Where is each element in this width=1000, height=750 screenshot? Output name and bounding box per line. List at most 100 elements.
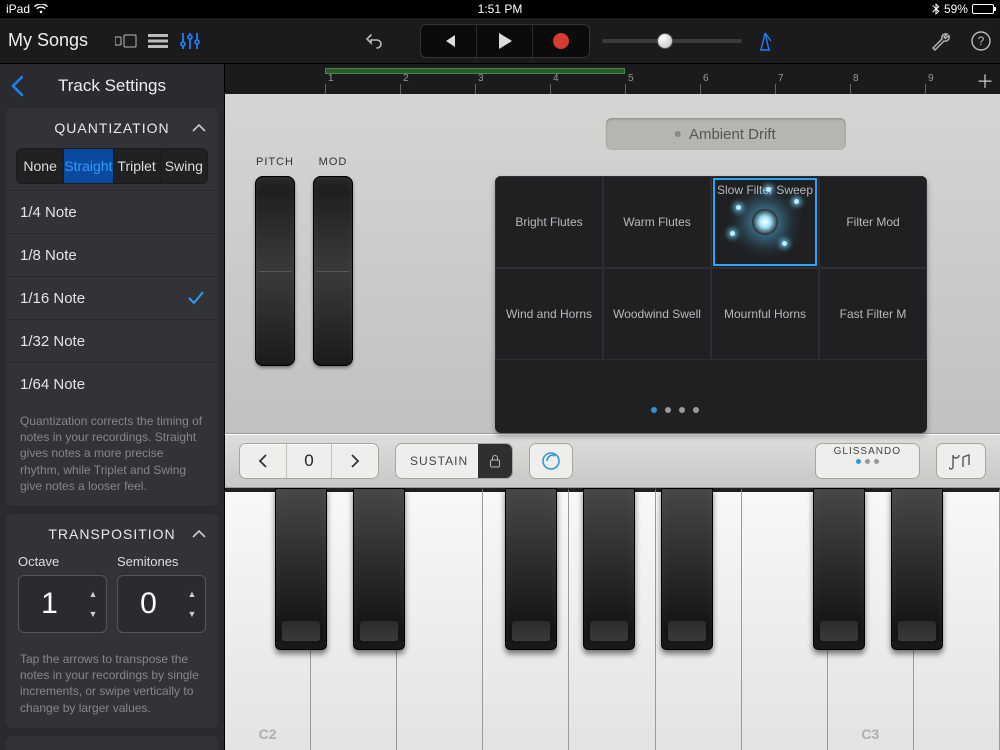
- status-bar: iPad 1:51 PM 59%: [0, 0, 1000, 18]
- keyboard-toolbar: 0 SUSTAIN GLISSANDO: [225, 434, 1000, 488]
- mod-wheel-label: MOD: [319, 156, 348, 168]
- black-key[interactable]: [353, 488, 405, 650]
- pad-mournful-horns[interactable]: Mournful Horns: [711, 268, 819, 360]
- timeline-ruler[interactable]: 1 2 3 4 5 6 7 8 9 ＋: [225, 64, 1000, 94]
- quantization-none-button[interactable]: None: [17, 149, 64, 183]
- view-tracks-button[interactable]: [142, 27, 174, 55]
- semitones-value: 0: [118, 587, 179, 621]
- undo-button[interactable]: [360, 27, 388, 55]
- black-key[interactable]: [891, 488, 943, 650]
- list-item-label: 1/8 Note: [20, 247, 77, 264]
- my-songs-button[interactable]: My Songs: [8, 30, 88, 51]
- black-key[interactable]: [583, 488, 635, 650]
- track-settings-button[interactable]: [174, 27, 206, 55]
- mod-wheel[interactable]: [313, 176, 353, 366]
- piano-keyboard[interactable]: C2 C3: [225, 488, 1000, 750]
- arrow-up-icon[interactable]: ▲: [89, 589, 98, 599]
- pad-fast-filter[interactable]: Fast Filter M: [819, 268, 927, 360]
- chevron-up-icon: [192, 123, 206, 133]
- quantization-swing-button[interactable]: Swing: [161, 149, 207, 183]
- quantization-1-64-note[interactable]: 1/64 Note: [6, 362, 218, 405]
- record-icon: [553, 33, 569, 49]
- pad-label: Wind and Horns: [506, 307, 592, 321]
- octave-up-button[interactable]: [332, 444, 378, 478]
- octave-stepper[interactable]: 1 ▲ ▼: [18, 575, 107, 633]
- track-settings-panel: Track Settings QUANTIZATION None Straigh…: [0, 64, 225, 750]
- pad-wind-and-horns[interactable]: Wind and Horns: [495, 268, 603, 360]
- pad-woodwind-swell[interactable]: Woodwind Swell: [603, 268, 711, 360]
- octave-down-button[interactable]: [240, 444, 286, 478]
- quantization-section: QUANTIZATION None Straight Triplet Swing…: [6, 108, 218, 506]
- white-key[interactable]: [397, 488, 483, 750]
- status-time: 1:51 PM: [478, 2, 523, 16]
- record-button[interactable]: [533, 25, 589, 57]
- help-button[interactable]: ?: [970, 30, 992, 52]
- arrow-down-icon[interactable]: ▼: [188, 609, 197, 619]
- autoplay-button[interactable]: [529, 443, 573, 479]
- quantization-1-32-note[interactable]: 1/32 Note: [6, 319, 218, 362]
- bar-number: 7: [775, 73, 850, 84]
- cycle-region[interactable]: [325, 68, 625, 74]
- recording-section: RECORDING: [6, 736, 218, 750]
- list-item-label: 1/16 Note: [20, 290, 85, 307]
- quantization-straight-button[interactable]: Straight: [64, 149, 113, 183]
- black-key[interactable]: [275, 488, 327, 650]
- keyboard-octave-stepper: 0: [239, 443, 379, 479]
- pad-label: Bright Flutes: [515, 215, 582, 229]
- preset-selector[interactable]: Ambient Drift: [605, 118, 845, 150]
- metronome-button[interactable]: [754, 30, 776, 52]
- battery-percent: 59%: [944, 2, 968, 16]
- black-key[interactable]: [661, 488, 713, 650]
- arrow-down-icon[interactable]: ▼: [89, 609, 98, 619]
- play-button[interactable]: [477, 25, 533, 57]
- quantization-1-8-note[interactable]: 1/8 Note: [6, 233, 218, 276]
- transposition-header[interactable]: TRANSPOSITION: [6, 514, 218, 554]
- svg-text:?: ?: [978, 34, 985, 48]
- list-item-label: 1/32 Note: [20, 333, 85, 350]
- page-dot: [693, 407, 699, 413]
- black-key[interactable]: [813, 488, 865, 650]
- view-browser-button[interactable]: [110, 27, 142, 55]
- semitones-stepper[interactable]: 0 ▲ ▼: [117, 575, 206, 633]
- arrow-up-icon[interactable]: ▲: [188, 589, 197, 599]
- octave-value: 1: [19, 587, 80, 621]
- octave-label: Octave: [18, 554, 107, 569]
- settings-wrench-button[interactable]: [930, 30, 952, 52]
- recording-header[interactable]: RECORDING: [6, 736, 218, 750]
- transposition-header-label: TRANSPOSITION: [48, 526, 175, 542]
- pad-bright-flutes[interactable]: Bright Flutes: [495, 176, 603, 268]
- sustain-button[interactable]: SUSTAIN: [395, 443, 513, 479]
- quantization-1-4-note[interactable]: 1/4 Note: [6, 190, 218, 233]
- pad-filter-mod[interactable]: Filter Mod: [819, 176, 927, 268]
- quantization-1-16-note[interactable]: 1/16 Note: [6, 276, 218, 319]
- page-indicator[interactable]: [651, 407, 699, 413]
- glissando-button[interactable]: GLISSANDO: [815, 443, 920, 479]
- black-key[interactable]: [505, 488, 557, 650]
- pad-label: Woodwind Swell: [613, 307, 701, 321]
- sound-pad-grid: Bright Flutes Warm Flutes Slow Filter Sw…: [495, 176, 927, 433]
- quantization-header[interactable]: QUANTIZATION: [6, 108, 218, 148]
- goto-start-button[interactable]: [421, 25, 477, 57]
- touch-glow-icon: [712, 177, 818, 267]
- pitch-wheel[interactable]: [255, 176, 295, 366]
- preset-name: Ambient Drift: [689, 126, 776, 143]
- pad-slow-filter-sweep[interactable]: Slow Filter Sweep: [711, 176, 819, 268]
- sustain-label: SUSTAIN: [410, 454, 468, 468]
- panel-title: Track Settings: [58, 76, 166, 96]
- scale-button[interactable]: [936, 443, 986, 479]
- quantization-triplet-button[interactable]: Triplet: [114, 149, 161, 183]
- bluetooth-icon: [932, 3, 940, 15]
- add-section-button[interactable]: ＋: [976, 68, 994, 94]
- master-volume-slider[interactable]: [602, 39, 742, 43]
- key-label: C3: [861, 726, 879, 742]
- key-label: C2: [259, 726, 277, 742]
- battery-icon: [972, 4, 994, 14]
- pad-label: Mournful Horns: [724, 307, 806, 321]
- page-dot: [679, 407, 685, 413]
- wifi-icon: [34, 4, 48, 14]
- chevron-up-icon: [192, 529, 206, 539]
- pad-warm-flutes[interactable]: Warm Flutes: [603, 176, 711, 268]
- back-button[interactable]: [10, 75, 24, 97]
- pad-label: Warm Flutes: [623, 215, 691, 229]
- list-item-label: 1/64 Note: [20, 376, 85, 393]
